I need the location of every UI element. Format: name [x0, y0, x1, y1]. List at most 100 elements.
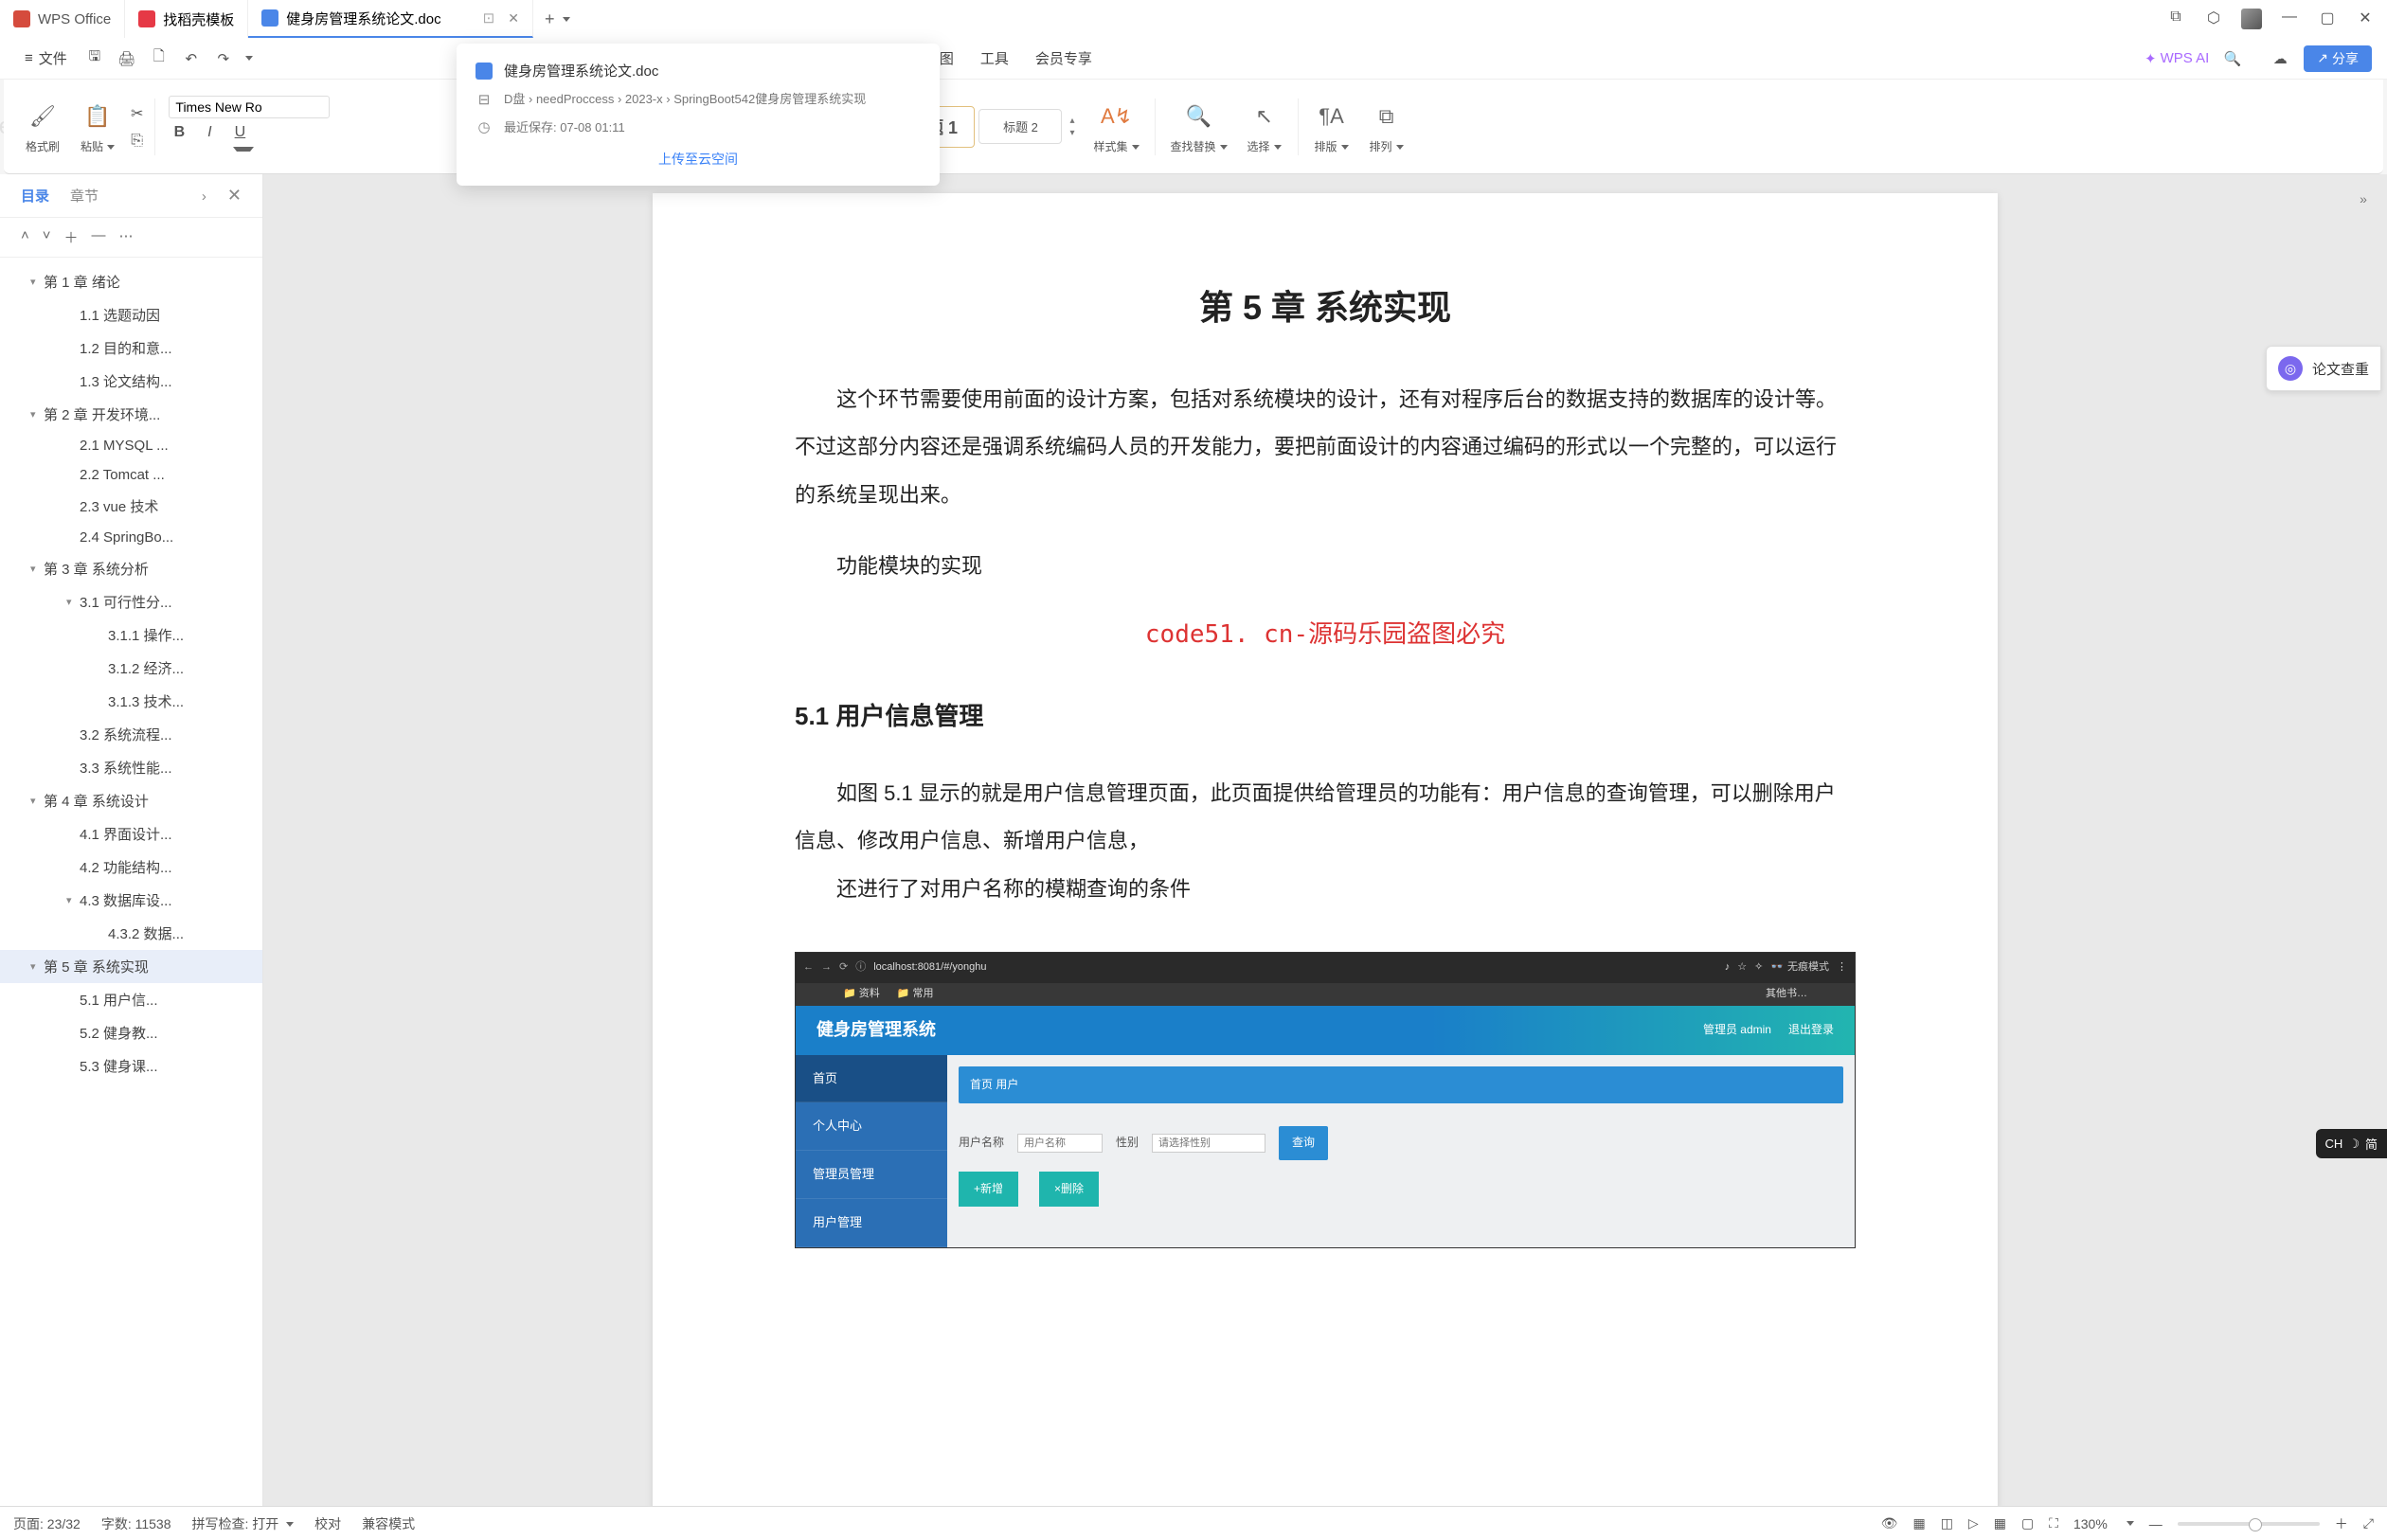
underline-button[interactable]: U [229, 124, 250, 158]
toc-item[interactable]: 2.2 Tomcat ... [0, 460, 262, 490]
toc-item[interactable]: ▾第 2 章 开发环境... [0, 398, 262, 431]
preview-icon[interactable]: 🗋 [145, 45, 173, 73]
italic-button[interactable]: I [199, 124, 220, 158]
window-maximize-icon[interactable]: ▢ [2317, 9, 2338, 29]
toc-remove-icon[interactable]: — [92, 227, 106, 247]
redo-icon[interactable]: ↷ [209, 45, 238, 73]
toc-item[interactable]: 5.2 健身教... [0, 1016, 262, 1049]
view-print-icon[interactable]: ▢ [2021, 1515, 2034, 1531]
select-icon[interactable]: ↖ [1247, 98, 1283, 134]
view-outline-icon[interactable]: ◫ [1941, 1515, 1953, 1531]
plagiarism-check-button[interactable]: ◎ 论文查重 [2266, 346, 2381, 391]
window-cube-icon[interactable]: ⬡ [2203, 9, 2224, 29]
toc-item[interactable]: 2.3 vue 技术 [0, 490, 262, 523]
toc-item[interactable]: ▾第 3 章 系统分析 [0, 552, 262, 585]
menuitem[interactable]: 工具 [967, 43, 1022, 74]
cloud-icon[interactable]: ☁ [2266, 45, 2294, 73]
window-close-icon[interactable]: ✕ [2355, 9, 2376, 29]
undo-icon[interactable]: ↶ [177, 45, 206, 73]
toc-up-icon[interactable]: ˄ [21, 227, 29, 247]
toc-item-label: 2.2 Tomcat ... [80, 467, 165, 483]
sidebar-tab-chapter[interactable]: 章节 [70, 186, 99, 206]
style-down[interactable]: ▾ [1069, 128, 1074, 138]
find-replace-icon[interactable]: 🔍 [1181, 98, 1217, 134]
sidebar-tab-toc[interactable]: 目录 [21, 186, 49, 206]
font-name-select[interactable] [169, 96, 330, 118]
status-page[interactable]: 页面: 23/32 [13, 1514, 81, 1533]
toc-settings-icon[interactable]: ⋯ [119, 227, 134, 247]
toc-item[interactable]: 4.3.2 数据... [0, 917, 262, 950]
toc-item[interactable]: 5.1 用户信... [0, 983, 262, 1016]
toc-item[interactable]: 4.2 功能结构... [0, 851, 262, 884]
paste-icon[interactable]: 📋 [80, 98, 116, 134]
toc-add-icon[interactable]: ＋ [64, 227, 79, 247]
window-minimize-icon[interactable]: — [2279, 9, 2300, 29]
toc-item[interactable]: 3.2 系统流程... [0, 718, 262, 751]
menuitem[interactable]: 会员专享 [1022, 43, 1105, 74]
toc-item[interactable]: 5.3 健身课... [0, 1049, 262, 1083]
toc-item[interactable]: ▾第 4 章 系统设计 [0, 784, 262, 817]
fit-icon[interactable]: ⤢ [2363, 1515, 2374, 1531]
wps-home-tab[interactable]: WPS Office [0, 0, 125, 38]
bold-button[interactable]: B [169, 124, 189, 158]
view-eye-icon[interactable]: 👁 [1881, 1515, 1898, 1531]
zoom-out-icon[interactable]: — [2149, 1516, 2163, 1531]
format-brush-icon[interactable]: 🖌 [25, 98, 61, 134]
zoom-slider[interactable] [2178, 1522, 2320, 1526]
avatar[interactable] [2241, 9, 2262, 29]
upload-cloud-link[interactable]: 上传至云空间 [658, 152, 738, 167]
toc-item[interactable]: 2.1 MYSQL ... [0, 431, 262, 460]
style-heading2[interactable]: 标题 2 [978, 109, 1062, 144]
status-proof[interactable]: 校对 [314, 1514, 341, 1533]
toc-item[interactable]: 3.1.3 技术... [0, 685, 262, 718]
format-brush-label: 格式刷 [26, 138, 60, 154]
save-icon[interactable]: 🖫 [81, 45, 109, 73]
toc-item[interactable]: ▾3.1 可行性分... [0, 585, 262, 618]
toc-down-icon[interactable]: ˅ [43, 227, 51, 247]
status-spell[interactable]: 拼写检查: 打开 [192, 1514, 295, 1533]
toc-item[interactable]: 4.1 界面设计... [0, 817, 262, 851]
window-copy-icon[interactable]: ⧉ [2165, 9, 2186, 29]
toc-item[interactable]: 3.1.1 操作... [0, 618, 262, 652]
status-compat[interactable]: 兼容模式 [362, 1514, 415, 1533]
toc-item[interactable]: ▾4.3 数据库设... [0, 884, 262, 917]
copy-icon[interactable]: ⎘ [131, 133, 143, 150]
sidebar: 目录 章节 › ✕ ˄ ˅ ＋ — ⋯ ▾第 1 章 绪论1.1 选题动因1.2… [0, 174, 263, 1506]
sidebar-expand-icon[interactable]: › [202, 187, 206, 205]
menu-file[interactable]: ≡文件 [15, 45, 77, 72]
tab-templates[interactable]: 找稻壳模板 [125, 0, 248, 38]
wps-ai-button[interactable]: ✦WPS AI [2145, 50, 2209, 67]
styleset-icon[interactable]: A↯ [1099, 98, 1135, 134]
toc-item[interactable]: ▾第 5 章 系统实现 [0, 950, 262, 983]
view-read-icon[interactable]: ▦ [1912, 1515, 1925, 1531]
view-screen-icon[interactable]: ⛶ [2049, 1515, 2058, 1531]
toc-item[interactable]: 1.2 目的和意... [0, 331, 262, 365]
new-tab-button[interactable]: + [533, 9, 583, 29]
tab-close-icon[interactable]: ✕ [508, 10, 519, 27]
sidebar-close-icon[interactable]: ✕ [227, 186, 242, 206]
cut-icon[interactable]: ✂ [131, 104, 143, 123]
zoom-in-icon[interactable]: ＋ [2335, 1514, 2348, 1533]
toc-item[interactable]: 1.1 选题动因 [0, 298, 262, 331]
toc-item[interactable]: 3.3 系统性能... [0, 751, 262, 784]
view-play-icon[interactable]: ▷ [1968, 1515, 1979, 1531]
toc-item-label: 4.3 数据库设... [80, 890, 172, 910]
toc-item[interactable]: ▾第 1 章 绪论 [0, 265, 262, 298]
zoom-value[interactable]: 130% [2073, 1516, 2108, 1531]
order-icon[interactable]: ⧉ [1369, 98, 1405, 134]
toc-item[interactable]: 2.4 SpringBo... [0, 523, 262, 552]
print-icon[interactable]: 🖨 [113, 45, 141, 73]
rail-hide-icon[interactable]: » [2360, 191, 2367, 206]
toc-item[interactable]: 1.3 论文结构... [0, 365, 262, 398]
tab-document[interactable]: 健身房管理系统论文.doc ⊡ ✕ [248, 0, 533, 38]
arrange-icon[interactable]: ¶A [1314, 98, 1350, 134]
status-words[interactable]: 字数: 11538 [101, 1514, 171, 1533]
toc-item[interactable]: 3.1.2 经济... [0, 652, 262, 685]
search-icon[interactable]: 🔍 [2218, 45, 2247, 73]
view-web-icon[interactable]: ▦ [1994, 1515, 2006, 1531]
ime-indicator[interactable]: CH☽简 [2316, 1129, 2387, 1158]
style-up[interactable]: ▴ [1069, 116, 1074, 126]
share-button[interactable]: ↗分享 [2304, 45, 2372, 72]
tab-pin-icon[interactable]: ⊡ [483, 9, 495, 27]
toc-item-label: 2.3 vue 技术 [80, 496, 158, 516]
